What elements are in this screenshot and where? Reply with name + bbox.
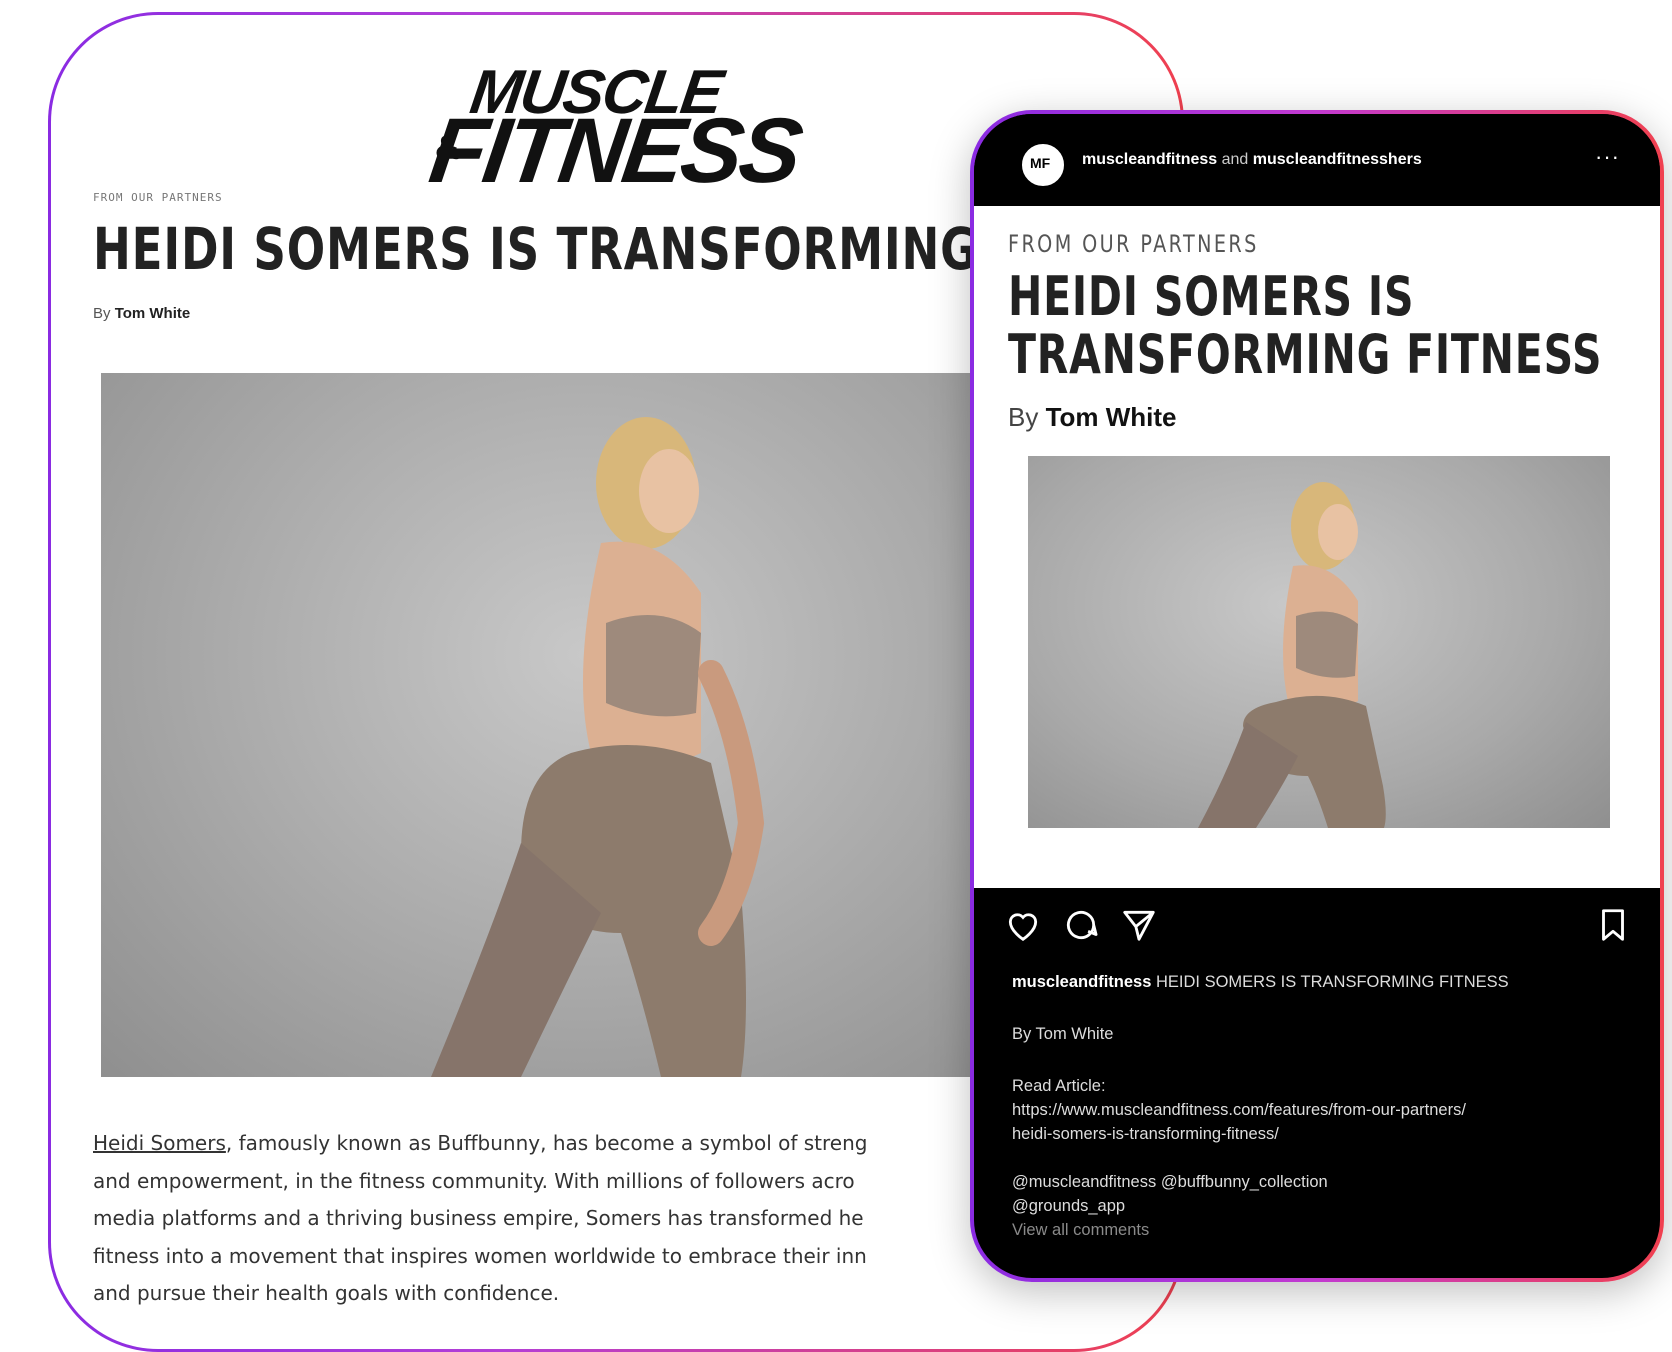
instagram-post: MF muscleandfitness and muscleandfitness… xyxy=(974,114,1660,1278)
post-headline: HEIDI SOMERS IS TRANSFORMING FITNESS xyxy=(1008,268,1602,384)
body-line-text: , famously known as Buffbunny, has becom… xyxy=(225,1131,868,1155)
caption-username[interactable]: muscleandfitness xyxy=(1012,973,1151,991)
article-kicker[interactable]: FROM OUR PARTNERS xyxy=(93,191,223,204)
article-body: Heidi Somers, famously known as Buffbunn… xyxy=(93,1125,993,1313)
woman-photo-thumbnail xyxy=(1198,482,1386,828)
author-link[interactable]: Tom White xyxy=(115,305,191,322)
body-line: media platforms and a thriving business … xyxy=(93,1206,864,1230)
comment-icon[interactable] xyxy=(1062,906,1100,944)
post-photo xyxy=(1028,456,1610,828)
heidi-somers-link[interactable]: Heidi Somers xyxy=(93,1131,226,1155)
handle-link-muscleandfitnesshers[interactable]: muscleandfitnesshers xyxy=(1253,151,1422,168)
more-options-icon[interactable]: ··· xyxy=(1595,144,1620,170)
and-text: and xyxy=(1221,151,1249,168)
muscle-fitness-logo[interactable]: MUSCLE & FITNESS xyxy=(424,51,831,202)
caption-byline: By Tom White xyxy=(1012,1025,1114,1043)
bookmark-icon[interactable] xyxy=(1594,906,1632,944)
avatar-text: MF xyxy=(1030,155,1051,171)
caption-mentions[interactable]: @muscleandfitness @buffbunny_collection xyxy=(1012,1170,1632,1194)
caption-title-row: muscleandfitness HEIDI SOMERS IS TRANSFO… xyxy=(1012,970,1632,994)
caption-url-link[interactable]: https://www.muscleandfitness.com/feature… xyxy=(1012,1098,1632,1122)
post-byline: By Tom White xyxy=(1008,402,1177,433)
post-headline-line: HEIDI SOMERS IS xyxy=(1008,265,1415,328)
instagram-phone-mockup: MF muscleandfitness and muscleandfitness… xyxy=(970,110,1664,1282)
body-line: Heidi Somers, famously known as Buffbunn… xyxy=(93,1125,993,1163)
woman-photo-illustration xyxy=(431,417,765,1077)
article-headline: HEIDI SOMERS IS TRANSFORMING FIT xyxy=(93,215,1076,283)
body-line: fitness into a movement that inspires wo… xyxy=(93,1243,867,1268)
post-byline-prefix: By xyxy=(1008,402,1039,432)
heart-icon[interactable] xyxy=(1004,906,1042,944)
share-icon[interactable] xyxy=(1120,906,1158,944)
post-author: Tom White xyxy=(1045,402,1177,432)
post-authors: muscleandfitness and muscleandfitnessher… xyxy=(1082,151,1422,169)
post-image[interactable]: FROM OUR PARTNERS HEIDI SOMERS IS TRANSF… xyxy=(974,206,1660,888)
post-actions xyxy=(974,888,1660,958)
article-byline: By Tom White xyxy=(93,305,190,322)
post-caption: muscleandfitness HEIDI SOMERS IS TRANSFO… xyxy=(1012,970,1632,1242)
logo-text-bottom: FITNESS xyxy=(423,100,806,202)
caption-mention-grounds[interactable]: @grounds_app xyxy=(1012,1194,1632,1218)
caption-title: HEIDI SOMERS IS TRANSFORMING FITNESS xyxy=(1155,973,1509,991)
handle-link-muscleandfitness[interactable]: muscleandfitness xyxy=(1082,151,1217,168)
avatar[interactable]: MF xyxy=(1022,144,1064,186)
body-line: and empowerment, in the fitness communit… xyxy=(93,1168,855,1193)
post-header: MF muscleandfitness and muscleandfitness… xyxy=(974,114,1660,206)
hero-image xyxy=(101,373,981,1077)
post-kicker: FROM OUR PARTNERS xyxy=(1008,230,1259,258)
caption-url-link-cont[interactable]: heidi-somers-is-transforming-fitness/ xyxy=(1012,1122,1632,1146)
byline-prefix: By xyxy=(93,305,111,322)
post-headline-line: TRANSFORMING FITNESS xyxy=(1008,323,1603,386)
caption-read-label: Read Article: xyxy=(1012,1077,1106,1095)
body-line: and pursue their health goals with confi… xyxy=(93,1281,560,1305)
view-all-comments-link[interactable]: View all comments xyxy=(1012,1218,1632,1242)
